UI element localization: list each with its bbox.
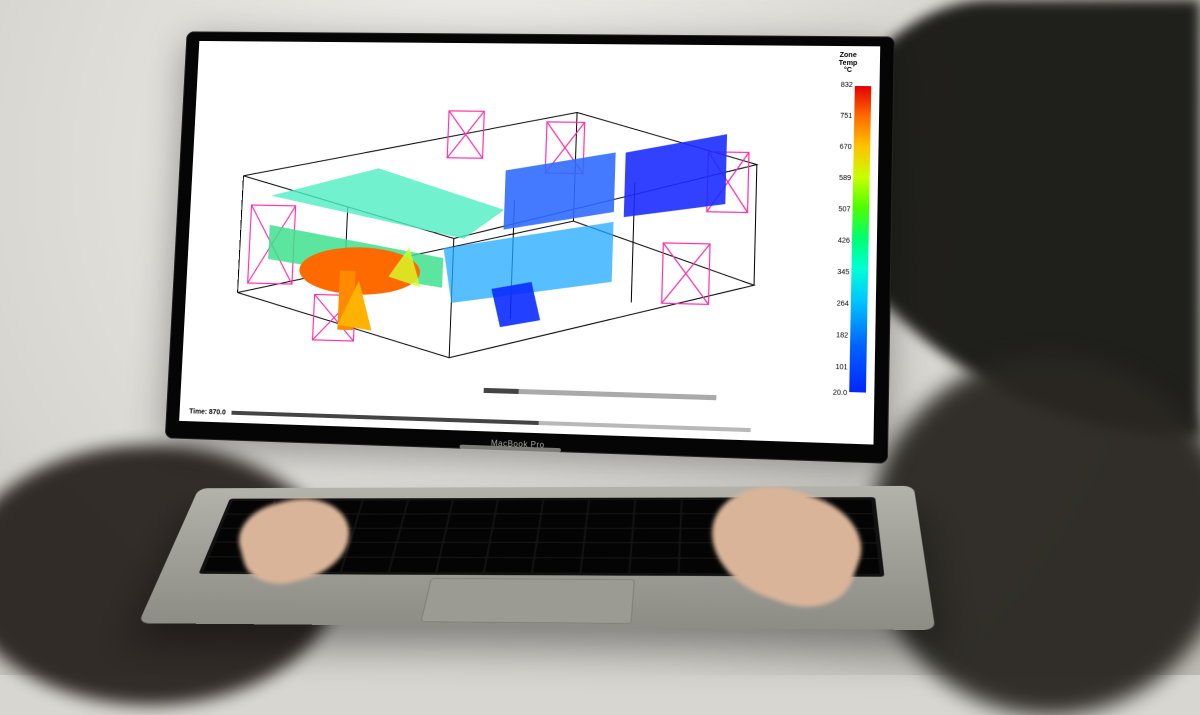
keyboard-key[interactable] (450, 500, 496, 513)
time-slider[interactable] (231, 411, 750, 432)
time-slider-fill (231, 411, 538, 425)
keyboard-key[interactable] (535, 543, 583, 557)
keyboard-key[interactable] (401, 514, 448, 527)
keyboard-key[interactable] (342, 558, 391, 572)
thermal-3d-visualization[interactable] (194, 51, 810, 410)
legend-tick: 20.0 (822, 389, 847, 397)
keyboard-key[interactable] (631, 559, 679, 573)
keyboard-key[interactable] (444, 529, 491, 542)
keyboard-key[interactable] (351, 529, 399, 542)
color-legend: Zone Temp °C 832 751 670 589 507 426 345… (817, 52, 871, 417)
keyboard-key[interactable] (632, 544, 679, 558)
keyboard-key[interactable] (533, 558, 581, 572)
legend-tick: 426 (825, 237, 850, 245)
legend-tick: 751 (827, 113, 852, 120)
keyboard-key[interactable] (440, 543, 488, 557)
keyboard-key[interactable] (347, 543, 395, 557)
keyboard-key[interactable] (437, 558, 486, 572)
keyboard-key[interactable] (488, 543, 536, 557)
keyboard-key[interactable] (635, 500, 681, 513)
keyboard-key[interactable] (585, 529, 632, 543)
keyboard-key[interactable] (397, 529, 445, 542)
legend-tick: 832 (828, 82, 853, 89)
secondary-slider-fill (484, 388, 519, 394)
keyboard-key[interactable] (587, 514, 633, 527)
keyboard-key[interactable] (583, 543, 631, 557)
keyboard-key[interactable] (540, 514, 587, 527)
legend-tick: 345 (824, 269, 849, 277)
keyboard-key[interactable] (582, 559, 630, 573)
keyboard-key[interactable] (405, 501, 451, 514)
legend-ticks: 832 751 670 589 507 426 345 264 182 101 … (822, 82, 853, 396)
legend-tick: 182 (823, 332, 848, 340)
legend-colorbar (849, 86, 871, 393)
laptop-screen-bezel: Zone Temp °C 832 751 670 589 507 426 345… (165, 31, 895, 463)
keyboard-key[interactable] (389, 558, 438, 572)
time-label: Time: 870.0 (189, 408, 226, 416)
legend-tick: 264 (824, 300, 849, 308)
keyboard-key[interactable] (634, 514, 680, 527)
keyboard-key[interactable] (633, 529, 680, 543)
legend-tick: 507 (826, 206, 851, 214)
keyboard-key[interactable] (491, 529, 538, 542)
keyboard-key[interactable] (538, 529, 585, 542)
legend-tick: 670 (827, 144, 852, 151)
keyboard-key[interactable] (393, 543, 441, 557)
keyboard-key[interactable] (542, 500, 588, 513)
legend-title: Zone Temp °C (824, 52, 872, 75)
keyboard-key[interactable] (360, 501, 407, 514)
keyboard-key[interactable] (356, 514, 403, 527)
keyboard-key[interactable] (496, 500, 542, 513)
legend-tick: 589 (826, 175, 851, 182)
keyboard-key[interactable] (493, 514, 540, 527)
keyboard-key[interactable] (485, 558, 533, 572)
keyboard-key[interactable] (589, 500, 635, 513)
simulation-app-viewport[interactable]: Zone Temp °C 832 751 670 589 507 426 345… (179, 41, 880, 445)
legend-tick: 101 (822, 364, 847, 372)
keyboard-key[interactable] (447, 514, 494, 527)
legend-title-3: °C (824, 67, 871, 75)
laptop-trackpad[interactable] (420, 578, 634, 624)
